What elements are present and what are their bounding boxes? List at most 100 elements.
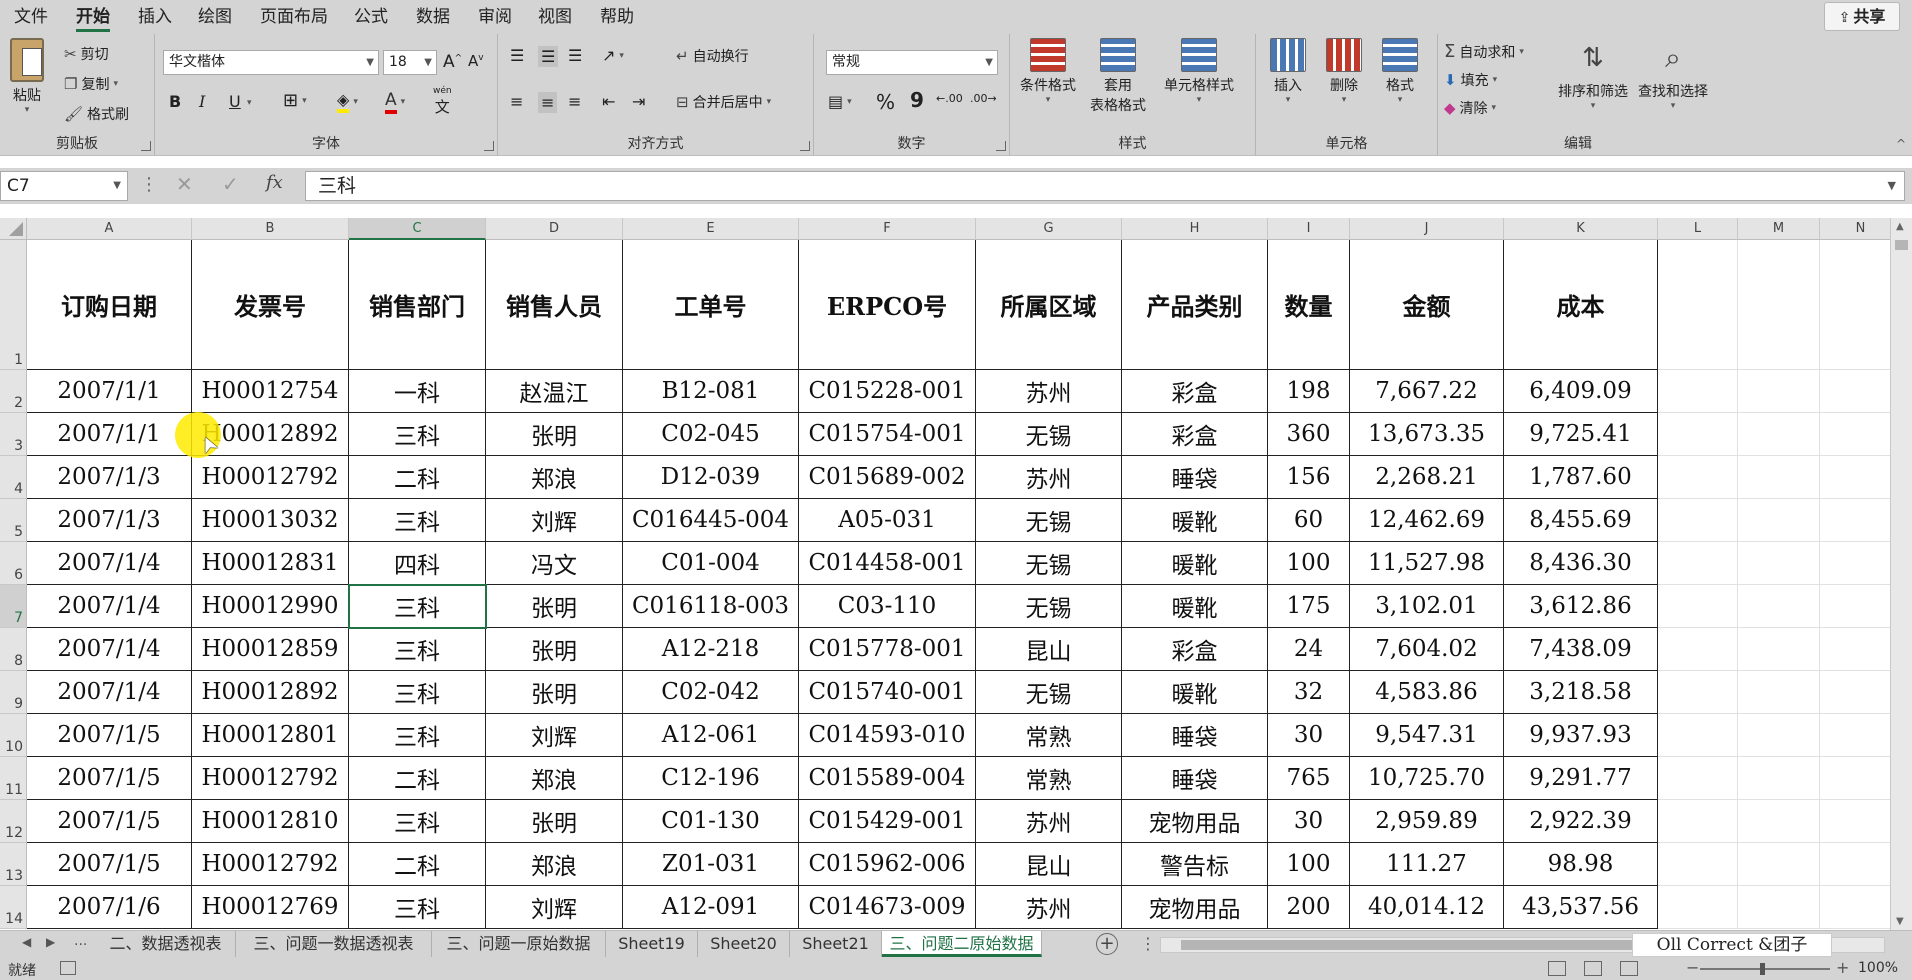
autosum-button[interactable]: Σ 自动求和 ▾ bbox=[1444, 42, 1524, 62]
table-cell[interactable]: 10,725.70 bbox=[1350, 757, 1504, 800]
table-cell[interactable]: 2007/1/6 bbox=[27, 886, 192, 929]
column-header-f[interactable]: F bbox=[799, 218, 976, 240]
page-break-view-icon[interactable] bbox=[1620, 961, 1638, 976]
column-header-m[interactable]: M bbox=[1738, 218, 1820, 240]
align-top-button[interactable]: ☰ bbox=[510, 46, 524, 65]
sheet-tab[interactable]: Sheet19 bbox=[606, 931, 698, 957]
table-cell[interactable]: 张明 bbox=[486, 800, 623, 843]
wrap-text-button[interactable]: ↵ 自动换行 bbox=[676, 46, 749, 66]
table-cell[interactable]: 2007/1/5 bbox=[27, 843, 192, 886]
table-cell[interactable]: 2007/1/1 bbox=[27, 370, 192, 413]
table-cell[interactable]: 2007/1/3 bbox=[27, 499, 192, 542]
italic-button[interactable]: I bbox=[199, 92, 205, 111]
borders-button[interactable]: ⊞ ▾ bbox=[283, 90, 307, 111]
column-header-g[interactable]: G bbox=[976, 218, 1122, 240]
table-cell[interactable] bbox=[1658, 542, 1738, 585]
scroll-down-icon[interactable]: ▼ bbox=[1896, 916, 1904, 927]
table-cell[interactable]: 宠物用品 bbox=[1122, 886, 1268, 929]
table-cell[interactable]: C01-004 bbox=[623, 542, 799, 585]
decrease-decimal-button[interactable]: .00→ bbox=[970, 92, 997, 105]
table-cell[interactable] bbox=[1658, 886, 1738, 929]
table-cell[interactable]: 常熟 bbox=[976, 757, 1122, 800]
row-header-7[interactable]: 7 bbox=[0, 585, 27, 628]
tab-options-icon[interactable]: ⋮ bbox=[1140, 934, 1156, 953]
scroll-up-icon[interactable]: ▲ bbox=[1896, 221, 1904, 232]
page-layout-view-icon[interactable] bbox=[1584, 961, 1602, 976]
table-cell[interactable]: 200 bbox=[1268, 886, 1350, 929]
table-cell[interactable] bbox=[1738, 757, 1820, 800]
row-header-10[interactable]: 10 bbox=[0, 714, 27, 757]
sheet-tab[interactable]: 二、数据透视表 bbox=[96, 931, 236, 957]
row-header-2[interactable]: 2 bbox=[0, 370, 27, 413]
increase-indent-button[interactable]: ⇥ bbox=[632, 92, 645, 111]
table-cell[interactable]: 2007/1/5 bbox=[27, 714, 192, 757]
table-cell[interactable]: 无锡 bbox=[976, 542, 1122, 585]
table-cell[interactable] bbox=[1738, 843, 1820, 886]
table-cell[interactable]: C014673-009 bbox=[799, 886, 976, 929]
formula-bar-grip-icon[interactable]: ⋮ bbox=[140, 174, 158, 195]
table-cell[interactable]: 刘辉 bbox=[486, 499, 623, 542]
menu-draw[interactable]: 绘图 bbox=[196, 5, 234, 29]
table-cell[interactable]: Z01-031 bbox=[623, 843, 799, 886]
table-cell[interactable]: 11,527.98 bbox=[1350, 542, 1504, 585]
align-bottom-button[interactable]: ☰ bbox=[568, 46, 582, 65]
font-color-button[interactable]: A ▾ bbox=[385, 90, 405, 114]
table-cell[interactable]: 无锡 bbox=[976, 499, 1122, 542]
table-cell[interactable]: 昆山 bbox=[976, 628, 1122, 671]
table-cell[interactable] bbox=[1738, 499, 1820, 542]
table-cell[interactable] bbox=[1658, 585, 1738, 628]
table-cell[interactable]: 苏州 bbox=[976, 800, 1122, 843]
formula-input[interactable]: 三科 ▼ bbox=[305, 171, 1905, 201]
table-cell[interactable] bbox=[1738, 413, 1820, 456]
delete-cells-button[interactable]: 删除 ▾ bbox=[1326, 38, 1362, 105]
table-cell[interactable]: 二科 bbox=[349, 757, 486, 800]
table-cell[interactable]: 8,436.30 bbox=[1504, 542, 1658, 585]
table-cell[interactable]: A05-031 bbox=[799, 499, 976, 542]
header-cell[interactable]: 销售人员 bbox=[486, 240, 623, 370]
header-cell[interactable]: 订购日期 bbox=[27, 240, 192, 370]
number-launcher-icon[interactable] bbox=[996, 141, 1006, 151]
table-cell[interactable]: 苏州 bbox=[976, 370, 1122, 413]
header-cell[interactable]: 所属区域 bbox=[976, 240, 1122, 370]
column-header-e[interactable]: E bbox=[623, 218, 799, 240]
table-cell[interactable]: C015962-006 bbox=[799, 843, 976, 886]
zoom-level[interactable]: 100% bbox=[1858, 960, 1898, 976]
table-cell[interactable]: 冯文 bbox=[486, 542, 623, 585]
vertical-scrollbar[interactable]: ▲ ▼ bbox=[1890, 218, 1912, 930]
menu-insert[interactable]: 插入 bbox=[136, 5, 174, 29]
table-cell[interactable]: 昆山 bbox=[976, 843, 1122, 886]
table-cell[interactable]: 张明 bbox=[486, 671, 623, 714]
table-cell[interactable]: 9,547.31 bbox=[1350, 714, 1504, 757]
table-cell[interactable]: 郑浪 bbox=[486, 456, 623, 499]
zoom-in-icon[interactable]: + bbox=[1836, 958, 1849, 977]
table-cell[interactable]: 12,462.69 bbox=[1350, 499, 1504, 542]
table-cell[interactable] bbox=[1658, 671, 1738, 714]
table-cell[interactable]: 100 bbox=[1268, 843, 1350, 886]
orientation-button[interactable]: ↗ ▾ bbox=[602, 46, 624, 65]
row-header-1[interactable]: 1 bbox=[0, 240, 27, 370]
table-cell[interactable]: 2007/1/5 bbox=[27, 800, 192, 843]
table-cell[interactable]: 360 bbox=[1268, 413, 1350, 456]
table-cell[interactable]: 彩盒 bbox=[1122, 628, 1268, 671]
collapse-ribbon-icon[interactable]: ^ bbox=[1896, 137, 1906, 151]
clear-button[interactable]: ◆ 清除 ▾ bbox=[1444, 98, 1496, 118]
align-right-button[interactable]: ≡ bbox=[568, 92, 581, 111]
table-cell[interactable]: 暖靴 bbox=[1122, 585, 1268, 628]
table-cell[interactable]: 常熟 bbox=[976, 714, 1122, 757]
table-cell[interactable]: H00012754 bbox=[192, 370, 349, 413]
grow-font-button[interactable]: A^ bbox=[443, 52, 462, 72]
bold-button[interactable]: B bbox=[169, 92, 181, 111]
table-cell[interactable]: 暖靴 bbox=[1122, 499, 1268, 542]
table-cell[interactable]: 张明 bbox=[486, 413, 623, 456]
comma-button[interactable]: 9 bbox=[910, 88, 924, 112]
column-header-d[interactable]: D bbox=[486, 218, 623, 240]
row-header-14[interactable]: 14 bbox=[0, 886, 27, 929]
table-cell[interactable]: 7,667.22 bbox=[1350, 370, 1504, 413]
name-box[interactable]: C7 ▼ bbox=[0, 171, 128, 201]
menu-page-layout[interactable]: 页面布局 bbox=[258, 5, 330, 29]
table-cell[interactable]: 100 bbox=[1268, 542, 1350, 585]
table-cell[interactable]: 无锡 bbox=[976, 413, 1122, 456]
conditional-format-button[interactable]: 条件格式 ▾ bbox=[1020, 38, 1076, 105]
table-cell[interactable]: 2007/1/4 bbox=[27, 671, 192, 714]
table-cell[interactable]: 2007/1/3 bbox=[27, 456, 192, 499]
